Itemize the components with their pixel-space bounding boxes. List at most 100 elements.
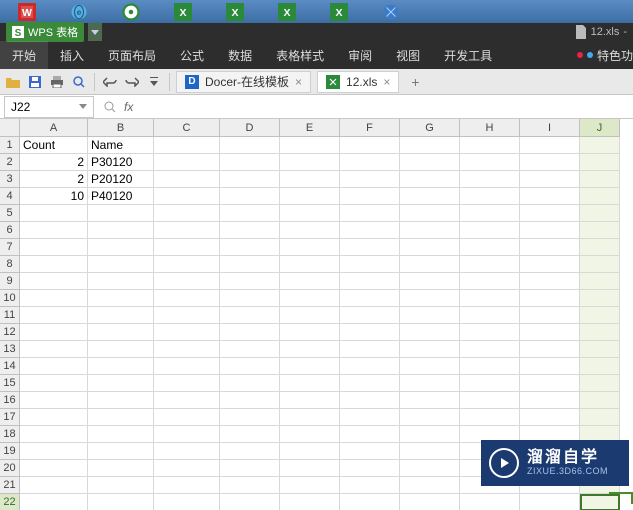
cell-D13[interactable] (220, 341, 280, 358)
cell-I12[interactable] (520, 324, 580, 341)
cell-A14[interactable] (20, 358, 88, 375)
cell-E1[interactable] (280, 137, 340, 154)
cell-B12[interactable] (88, 324, 154, 341)
cell-B8[interactable] (88, 256, 154, 273)
cell-D12[interactable] (220, 324, 280, 341)
cell-I5[interactable] (520, 205, 580, 222)
cell-E22[interactable] (280, 494, 340, 510)
cell-B4[interactable]: P40120 (88, 188, 154, 205)
cell-E5[interactable] (280, 205, 340, 222)
cell-I3[interactable] (520, 171, 580, 188)
cell-A16[interactable] (20, 392, 88, 409)
cell-H4[interactable] (460, 188, 520, 205)
row-head-14[interactable]: 14 (0, 358, 20, 375)
cell-H12[interactable] (460, 324, 520, 341)
row-head-9[interactable]: 9 (0, 273, 20, 290)
cell-E7[interactable] (280, 239, 340, 256)
cell-A2[interactable]: 2 (20, 154, 88, 171)
row-head-19[interactable]: 19 (0, 443, 20, 460)
cell-J5[interactable] (580, 205, 620, 222)
cell-A5[interactable] (20, 205, 88, 222)
cell-E4[interactable] (280, 188, 340, 205)
taskbar-app-7[interactable]: X (318, 2, 360, 22)
select-all-corner[interactable] (0, 119, 20, 137)
cell-J1[interactable] (580, 137, 620, 154)
cell-J12[interactable] (580, 324, 620, 341)
cell-C17[interactable] (154, 409, 220, 426)
cell-C10[interactable] (154, 290, 220, 307)
cell-I14[interactable] (520, 358, 580, 375)
cell-B22[interactable] (88, 494, 154, 510)
cell-B1[interactable]: Name (88, 137, 154, 154)
cell-H1[interactable] (460, 137, 520, 154)
cell-A19[interactable] (20, 443, 88, 460)
cell-B18[interactable] (88, 426, 154, 443)
cell-C4[interactable] (154, 188, 220, 205)
row-head-3[interactable]: 3 (0, 171, 20, 188)
print-button[interactable] (48, 73, 66, 91)
cell-H7[interactable] (460, 239, 520, 256)
cell-F7[interactable] (340, 239, 400, 256)
cell-C19[interactable] (154, 443, 220, 460)
cell-F5[interactable] (340, 205, 400, 222)
cell-E12[interactable] (280, 324, 340, 341)
cell-D6[interactable] (220, 222, 280, 239)
cell-A6[interactable] (20, 222, 88, 239)
cell-A18[interactable] (20, 426, 88, 443)
cell-J9[interactable] (580, 273, 620, 290)
menu-表格样式[interactable]: 表格样式 (264, 41, 336, 69)
cell-J7[interactable] (580, 239, 620, 256)
cell-B3[interactable]: P20120 (88, 171, 154, 188)
cell-B14[interactable] (88, 358, 154, 375)
cell-F9[interactable] (340, 273, 400, 290)
col-head-A[interactable]: A (20, 119, 88, 137)
cell-D19[interactable] (220, 443, 280, 460)
cell-H8[interactable] (460, 256, 520, 273)
cell-G6[interactable] (400, 222, 460, 239)
cell-G17[interactable] (400, 409, 460, 426)
cell-B11[interactable] (88, 307, 154, 324)
cell-D10[interactable] (220, 290, 280, 307)
taskbar-app-3[interactable] (110, 2, 152, 22)
cell-J2[interactable] (580, 154, 620, 171)
col-head-E[interactable]: E (280, 119, 340, 137)
row-head-8[interactable]: 8 (0, 256, 20, 273)
cell-B20[interactable] (88, 460, 154, 477)
row-head-20[interactable]: 20 (0, 460, 20, 477)
taskbar-app-6[interactable]: X (266, 2, 308, 22)
cell-I10[interactable] (520, 290, 580, 307)
cell-I22[interactable] (520, 494, 580, 510)
cell-D4[interactable] (220, 188, 280, 205)
cell-I4[interactable] (520, 188, 580, 205)
cell-A11[interactable] (20, 307, 88, 324)
col-head-J[interactable]: J (580, 119, 620, 137)
cell-A13[interactable] (20, 341, 88, 358)
col-head-F[interactable]: F (340, 119, 400, 137)
cell-F11[interactable] (340, 307, 400, 324)
cell-I15[interactable] (520, 375, 580, 392)
cell-C3[interactable] (154, 171, 220, 188)
cell-D16[interactable] (220, 392, 280, 409)
cell-G3[interactable] (400, 171, 460, 188)
cell-B21[interactable] (88, 477, 154, 494)
cell-F17[interactable] (340, 409, 400, 426)
cell-A12[interactable] (20, 324, 88, 341)
cell-I13[interactable] (520, 341, 580, 358)
cell-F19[interactable] (340, 443, 400, 460)
cell-G5[interactable] (400, 205, 460, 222)
taskbar-app-2[interactable]: e (58, 2, 100, 22)
cell-G14[interactable] (400, 358, 460, 375)
cell-C11[interactable] (154, 307, 220, 324)
cell-G8[interactable] (400, 256, 460, 273)
cell-A7[interactable] (20, 239, 88, 256)
cell-F10[interactable] (340, 290, 400, 307)
close-icon[interactable]: × (383, 75, 390, 89)
cell-I8[interactable] (520, 256, 580, 273)
cell-G2[interactable] (400, 154, 460, 171)
close-icon[interactable]: × (295, 75, 302, 89)
cell-F21[interactable] (340, 477, 400, 494)
menu-公式[interactable]: 公式 (168, 41, 216, 69)
cell-H22[interactable] (460, 494, 520, 510)
cell-E6[interactable] (280, 222, 340, 239)
cell-A20[interactable] (20, 460, 88, 477)
